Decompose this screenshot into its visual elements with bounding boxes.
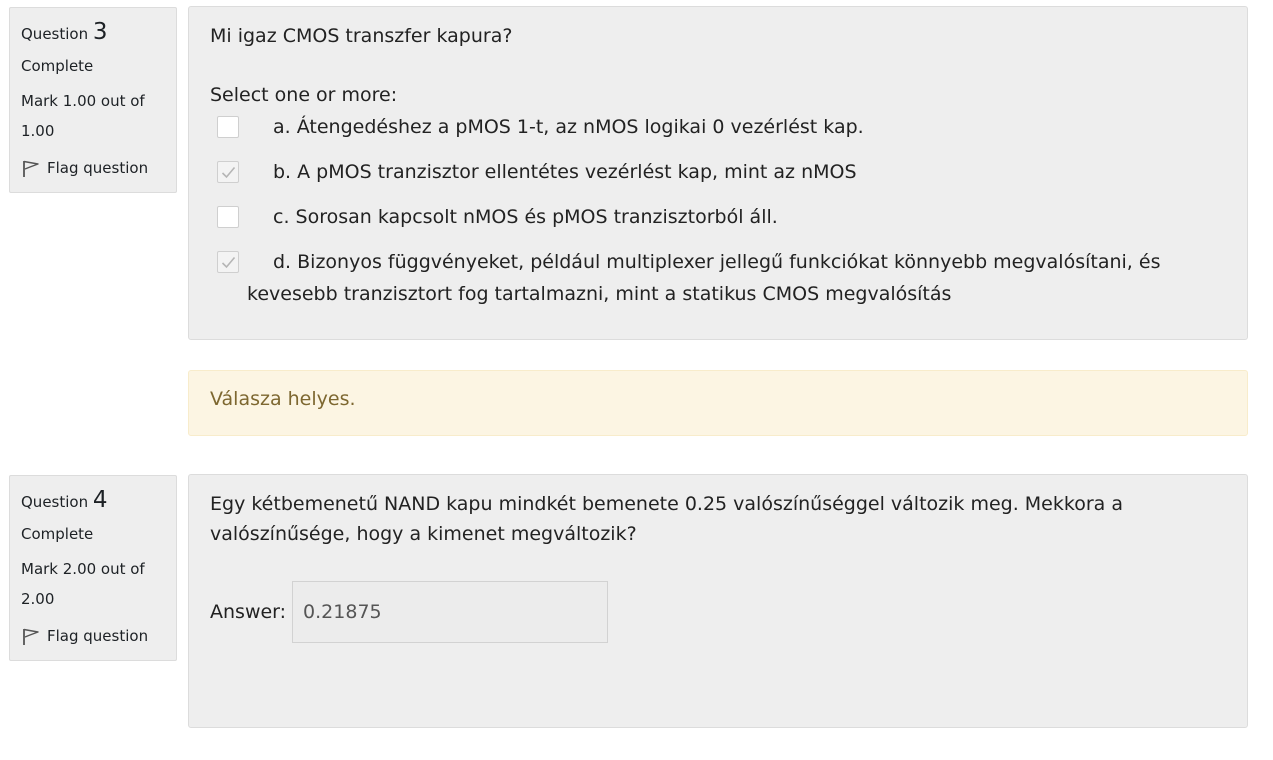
option-b: b. A pMOS tranzisztor ellentétes vezérlé… [210,156,1227,188]
question-number: Question 4 [21,486,165,516]
question-number-value: 4 [92,487,108,513]
answer-prompt: Select one or more: [210,84,398,106]
option-c: c. Sorosan kapcsolt nMOS és pMOS tranzis… [210,201,1227,233]
question-grade: Mark 1.00 out of 1.00 [21,92,145,140]
question-grade: Mark 2.00 out of 2.00 [21,560,145,608]
check-icon [221,256,236,269]
question-3-info: Question 3 Complete Mark 1.00 out of 1.0… [9,7,177,193]
question-4-info: Question 4 Complete Mark 2.00 out of 2.0… [9,475,177,661]
flag-icon [21,627,40,646]
option-a: a. Átengedéshez a pMOS 1-t, az nMOS logi… [210,111,1227,143]
option-c-checkbox[interactable] [217,206,239,228]
option-a-label: a. Átengedéshez a pMOS 1-t, az nMOS logi… [273,116,864,138]
question-text: Mi igaz CMOS transzfer kapura? [210,25,513,47]
question-state: Complete [21,57,94,75]
question-text: Egy kétbemenetű NAND kapu mindkét bemene… [210,493,1123,545]
check-icon [221,166,236,179]
flag-question-label: Flag question [47,159,149,177]
question-label: Question [21,493,89,511]
question-number: Question 3 [21,18,165,48]
option-d: d. Bizonyos függvényeket, például multip… [210,246,1227,310]
flag-icon [21,159,40,178]
option-d-checkbox[interactable] [217,251,239,273]
question-label: Question [21,25,89,43]
flag-question-button[interactable]: Flag question [21,626,165,660]
question-4-formulation: Egy kétbemenetű NAND kapu mindkét bemene… [188,474,1248,728]
answer-row: Answer: 0.21875 [210,581,1227,643]
flag-question-label: Flag question [47,627,149,645]
question-number-value: 3 [92,19,108,45]
answer-options: a. Átengedéshez a pMOS 1-t, az nMOS logi… [210,111,1227,310]
option-b-checkbox[interactable] [217,161,239,183]
option-b-label: b. A pMOS tranzisztor ellentétes vezérlé… [273,161,857,183]
option-d-label: d. Bizonyos függvényeket, például multip… [247,251,1161,305]
answer-input[interactable]: 0.21875 [292,581,609,643]
option-c-label: c. Sorosan kapcsolt nMOS és pMOS tranzis… [273,206,778,228]
option-a-checkbox[interactable] [217,116,239,138]
flag-question-button[interactable]: Flag question [21,158,165,192]
answer-label: Answer: [210,601,287,623]
question-3-formulation: Mi igaz CMOS transzfer kapura? Select on… [188,6,1248,340]
feedback-box: Válasza helyes. [188,370,1248,436]
question-state: Complete [21,525,94,543]
